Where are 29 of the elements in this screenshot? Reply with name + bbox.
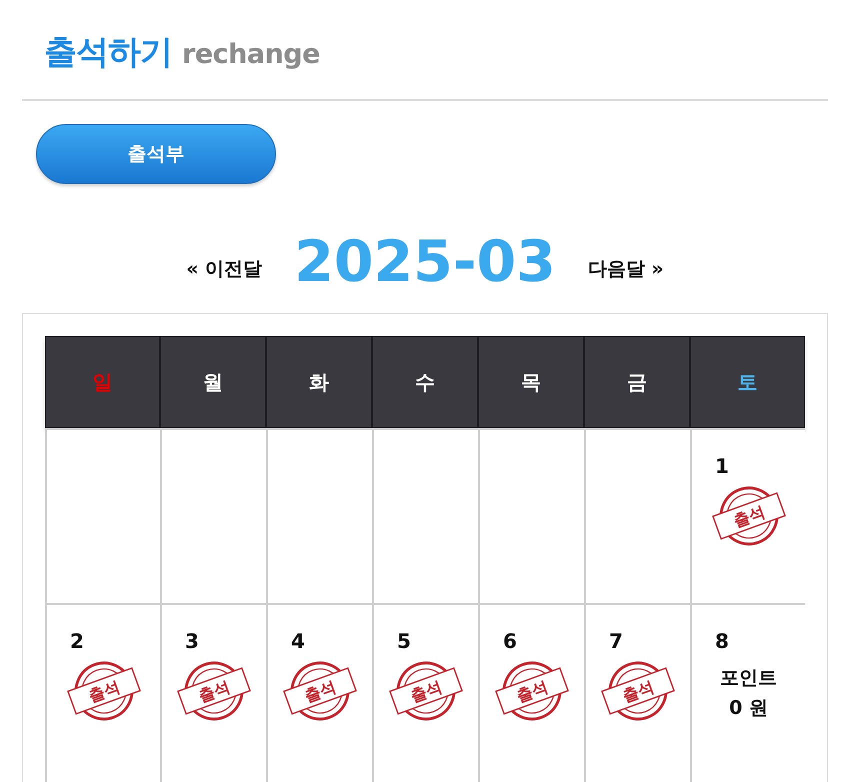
points-amount: 0 원 [729,696,768,721]
day-number: 7 [609,629,623,653]
points-label: 포인트 [720,666,777,691]
attendance-stamp: 출석 [599,659,677,723]
day-number: 2 [70,629,84,653]
attendance-stamp: 출석 [281,659,359,723]
day-number: 1 [715,454,729,478]
page-title: 출석하기 [44,31,172,73]
day-number: 4 [291,629,305,653]
attendance-stamp: 출석 [175,659,253,723]
attendance-stamp: 출석 [710,484,788,548]
attendance-stamp: 출석 [387,659,465,723]
weekday-header: 월 [160,336,266,428]
day-number: 3 [185,629,199,653]
attendance-stamp: 출석 [64,659,142,723]
next-month-link[interactable]: 다음달 » [588,256,664,282]
weekday-header: 수 [372,336,478,428]
current-month: 2025-03 [294,230,556,294]
weekday-header: 화 [266,336,372,428]
weekday-header: 목 [478,336,584,428]
day-number: 8 [715,629,729,653]
page-subtitle: rechange [182,38,320,72]
previous-month-link[interactable]: « 이전달 [186,256,262,282]
weekday-header: 금 [584,336,690,428]
day-number: 5 [397,629,411,653]
weekday-header: 토 [690,336,805,428]
weekday-header: 일 [45,336,160,428]
attendance-stamp: 출석 [493,659,571,723]
day-number: 6 [503,629,517,653]
